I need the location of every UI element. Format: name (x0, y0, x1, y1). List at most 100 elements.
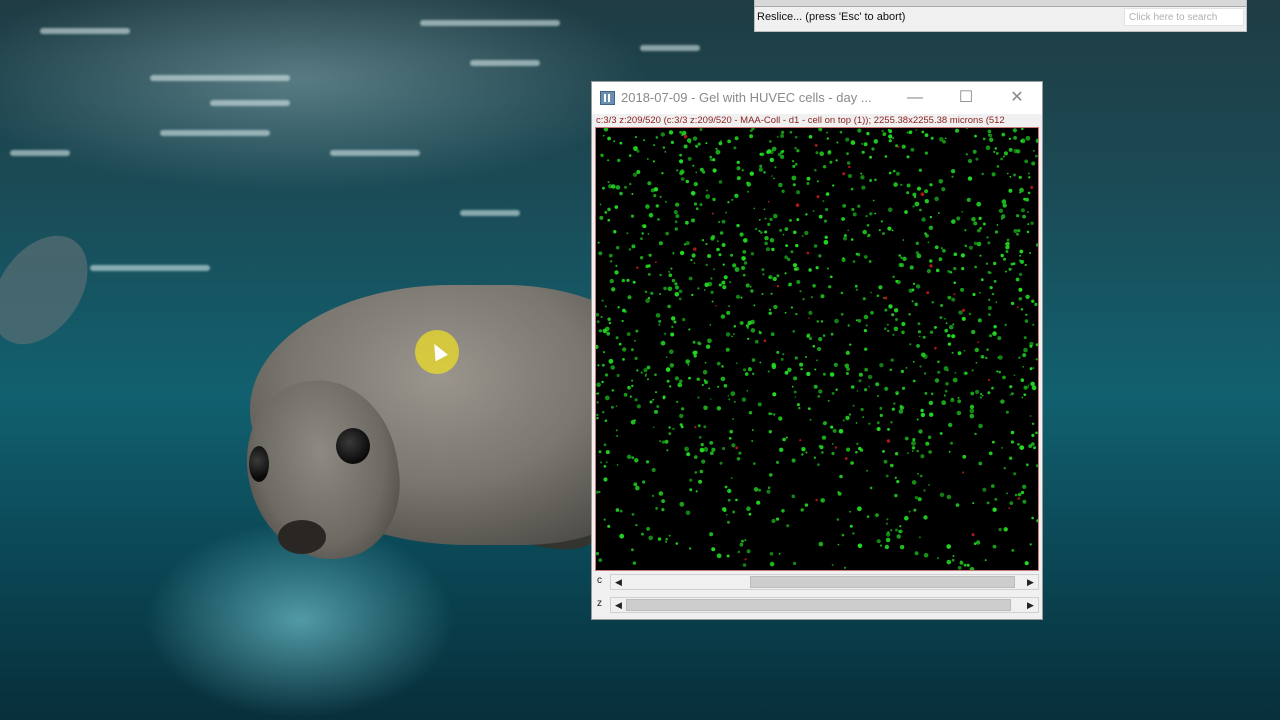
cell-dot (1016, 214, 1020, 218)
cell-dot (887, 329, 890, 333)
cell-dot (1029, 252, 1032, 254)
cell-dot (924, 392, 928, 395)
cell-dot (840, 312, 844, 316)
cell-dot (830, 425, 834, 429)
cell-dot (759, 361, 762, 364)
cell-dot (806, 176, 811, 181)
search-field[interactable]: Click here to search (1124, 8, 1244, 26)
cell-dot (775, 460, 780, 464)
cell-dot (718, 253, 722, 257)
dead-cell-dot (848, 165, 851, 169)
cell-dot (764, 230, 768, 234)
cell-dot (725, 514, 728, 516)
cell-dot (1020, 308, 1024, 311)
cell-dot (812, 210, 815, 212)
cell-dot (890, 529, 893, 532)
cell-dot (598, 251, 603, 256)
cell-dot (750, 252, 755, 256)
close-button[interactable]: ✕ (994, 82, 1040, 114)
cell-dot (846, 152, 849, 155)
cell-dot (1013, 472, 1017, 476)
cell-dot (975, 389, 980, 394)
cell-dot (655, 136, 659, 139)
cell-dot (718, 180, 723, 184)
cell-dot (688, 376, 691, 380)
z-slider-thumb[interactable] (626, 599, 1011, 611)
cell-dot (947, 342, 951, 346)
cell-dot (895, 279, 899, 283)
cell-dot (847, 324, 850, 327)
minimize-button[interactable]: — (892, 82, 938, 114)
imagej-toolbar[interactable] (755, 0, 1246, 7)
cell-dot (695, 144, 698, 148)
cell-dot (852, 532, 855, 535)
cell-dot (692, 350, 697, 355)
cell-dot (982, 487, 987, 492)
channel-slider-thumb[interactable] (750, 576, 1015, 588)
cell-dot (845, 372, 849, 375)
cell-dot (781, 149, 785, 153)
cell-dot (679, 153, 682, 157)
cell-dot (961, 267, 965, 271)
cell-dot (922, 335, 926, 339)
cell-dot (1017, 442, 1020, 446)
cell-dot (770, 292, 773, 295)
cell-dot (771, 518, 776, 524)
water-highlight (640, 45, 700, 51)
chevron-right-icon[interactable]: ▶ (1023, 598, 1038, 612)
cell-dot (886, 518, 889, 521)
dead-cell-dot (977, 341, 980, 344)
cell-dot (716, 553, 722, 559)
cell-dot (805, 356, 807, 358)
cell-dot (724, 485, 728, 489)
cell-dot (1008, 267, 1012, 271)
cell-dot (596, 551, 600, 556)
chevron-left-icon[interactable]: ◀ (611, 575, 626, 589)
cell-dot (946, 559, 952, 565)
window-titlebar[interactable]: 2018-07-09 - Gel with HUVEC cells - day … (592, 82, 1042, 114)
cell-dot (978, 291, 981, 294)
cell-dot (665, 540, 667, 543)
cell-dot (602, 134, 605, 137)
cell-dot (796, 218, 800, 222)
cell-dot (948, 422, 953, 428)
cell-dot (911, 440, 916, 446)
cell-dot (728, 305, 730, 307)
dead-cell-dot (842, 172, 846, 176)
cell-dot (784, 227, 789, 231)
image-canvas[interactable] (595, 127, 1039, 571)
channel-slider-label: c (597, 575, 602, 586)
chevron-left-icon[interactable]: ◀ (611, 598, 626, 612)
cell-dot (1019, 445, 1025, 450)
channel-slider[interactable]: ◀ ▶ (610, 574, 1039, 590)
cell-dot (709, 158, 713, 161)
cell-dot (789, 131, 793, 134)
chevron-right-icon[interactable]: ▶ (1023, 575, 1038, 589)
z-slider[interactable]: ◀ ▶ (610, 597, 1039, 613)
cell-dot (667, 286, 673, 292)
cell-dot (680, 177, 685, 181)
cell-dot (651, 467, 656, 473)
maximize-button[interactable]: ☐ (943, 82, 989, 114)
cell-dot (896, 480, 900, 484)
cell-dot (1000, 157, 1003, 161)
cell-dot (758, 488, 761, 492)
cell-dot (676, 400, 679, 404)
cell-dot (674, 282, 678, 286)
cell-dot (658, 319, 662, 323)
cell-dot (900, 256, 903, 259)
cell-dot (603, 128, 609, 132)
cell-dot (923, 372, 927, 375)
cell-dot (631, 513, 635, 516)
cell-dot (1019, 254, 1022, 257)
cell-dot (727, 498, 731, 502)
dead-cell-dot (767, 200, 770, 203)
cell-dot (934, 245, 939, 250)
dead-cell-dot (1016, 306, 1019, 309)
cell-dot (616, 435, 618, 437)
cell-dot (710, 398, 712, 400)
cell-dot (862, 416, 865, 418)
dead-cell-dot (971, 533, 975, 537)
cell-dot (961, 210, 964, 213)
cell-dot (813, 384, 818, 389)
